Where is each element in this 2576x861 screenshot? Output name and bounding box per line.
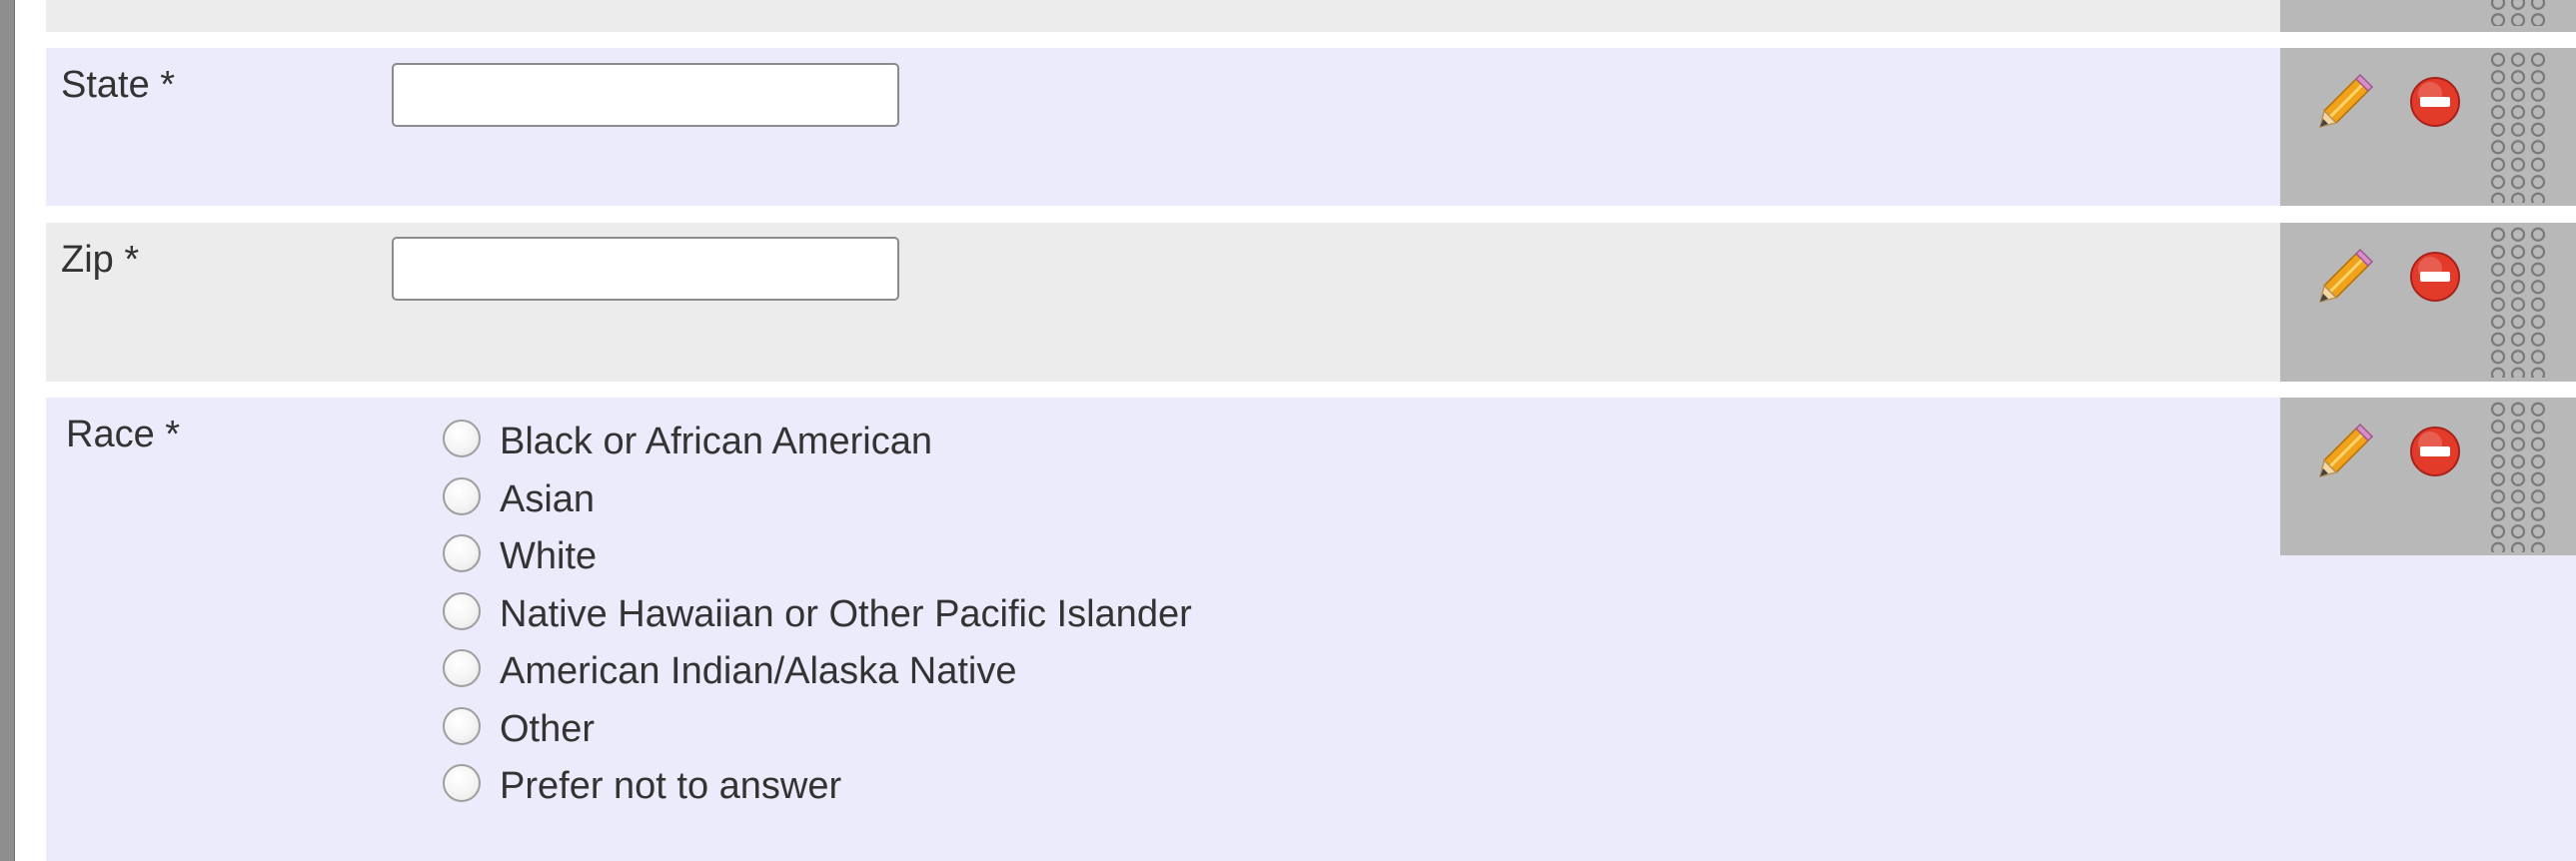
- radio-button[interactable]: [443, 534, 481, 572]
- race-field-controls: [2280, 398, 2576, 555]
- radio-label[interactable]: Other: [500, 710, 595, 748]
- field-row-zip: Zip *: [46, 223, 2576, 382]
- zip-field-controls: [2280, 223, 2576, 382]
- pencil-icon[interactable]: [2316, 73, 2374, 131]
- previous-field-controls: [2280, 0, 2576, 32]
- radio-label[interactable]: Native Hawaiian or Other Pacific Islande…: [500, 595, 1192, 633]
- state-label: State *: [61, 64, 176, 106]
- drag-dots-icon[interactable]: [2488, 226, 2548, 378]
- pencil-icon[interactable]: [2316, 248, 2374, 306]
- drag-dots-icon[interactable]: [2488, 401, 2548, 552]
- radio-label[interactable]: Black or African American: [500, 423, 932, 460]
- field-row-race: Race * Black or African American Asian W…: [46, 398, 2576, 861]
- no-entry-icon[interactable]: [2408, 75, 2462, 129]
- left-frame-bar: [0, 0, 15, 861]
- radio-button[interactable]: [443, 764, 481, 802]
- previous-field-row: [46, 0, 2576, 32]
- race-label: Race *: [66, 414, 181, 455]
- radio-button[interactable]: [443, 591, 481, 630]
- field-row-state: State *: [46, 48, 2576, 206]
- radio-button[interactable]: [443, 649, 481, 687]
- no-entry-icon[interactable]: [2408, 250, 2462, 304]
- radio-label[interactable]: White: [500, 537, 597, 575]
- pencil-icon[interactable]: [2316, 423, 2374, 480]
- state-input[interactable]: [392, 63, 899, 127]
- radio-label[interactable]: Prefer not to answer: [500, 767, 841, 805]
- no-entry-icon[interactable]: [2408, 425, 2462, 478]
- zip-label: Zip *: [61, 239, 140, 281]
- drag-dots-icon[interactable]: [2488, 0, 2548, 26]
- radio-label[interactable]: American Indian/Alaska Native: [500, 652, 1016, 690]
- drag-dots-icon[interactable]: [2488, 51, 2548, 203]
- zip-input[interactable]: [392, 237, 899, 301]
- radio-button[interactable]: [443, 420, 481, 457]
- radio-button[interactable]: [443, 476, 481, 515]
- radio-label[interactable]: Asian: [500, 480, 595, 518]
- state-field-controls: [2280, 48, 2576, 206]
- radio-button[interactable]: [443, 706, 481, 745]
